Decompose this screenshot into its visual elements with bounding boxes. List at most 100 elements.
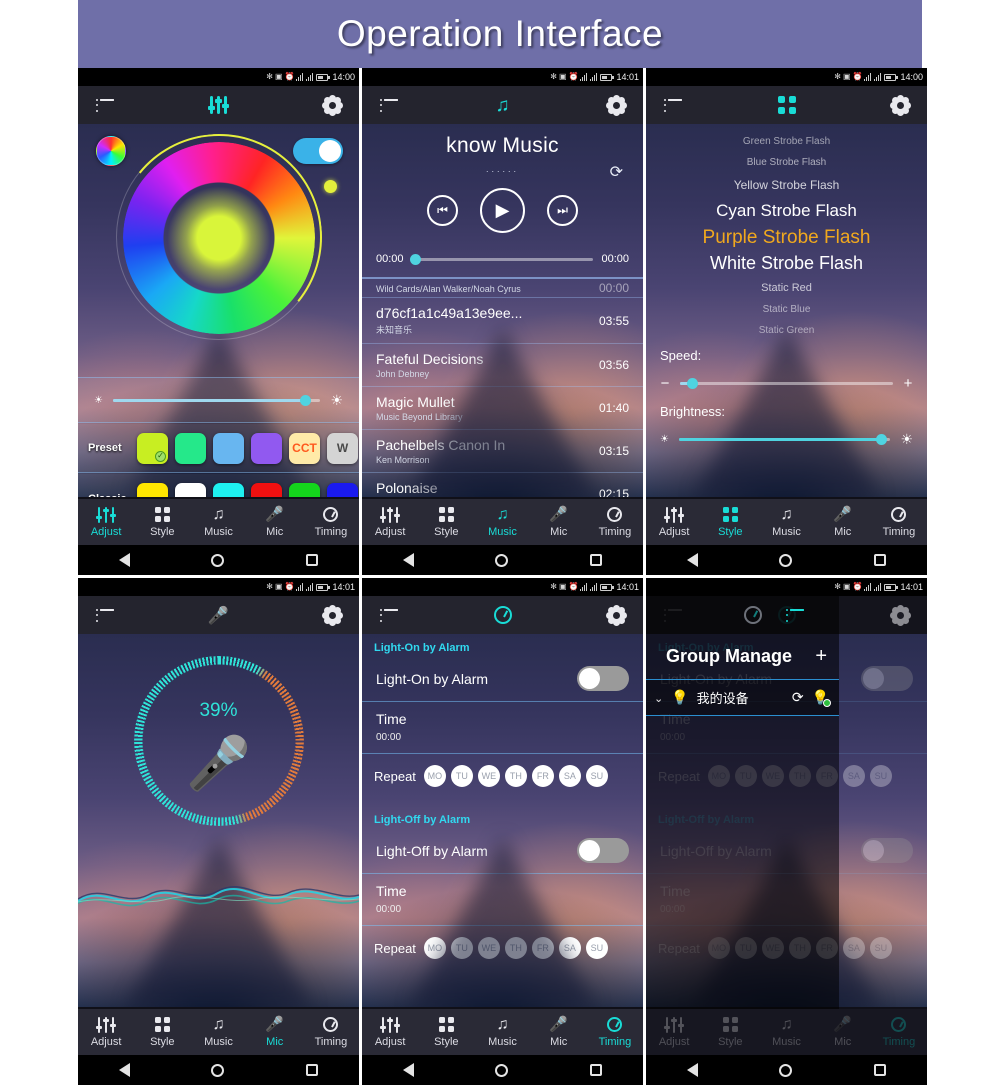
day-chip-sa[interactable]: SA	[558, 765, 581, 787]
preset-swatch-w[interactable]: W	[327, 432, 358, 464]
hamburger-menu-icon[interactable]	[376, 602, 402, 628]
hamburger-menu-icon[interactable]	[376, 92, 402, 118]
android-back-icon[interactable]	[402, 1063, 414, 1077]
light-on-time-row[interactable]: Time 00:00	[362, 701, 643, 753]
nav-item-mic[interactable]: 🎤 Mic	[531, 506, 587, 538]
play-button[interactable]: ▶	[480, 188, 525, 233]
style-mode-item[interactable]: Static Green	[646, 325, 927, 336]
day-chip-su[interactable]: SU	[585, 765, 608, 787]
day-chip-th[interactable]: TH	[504, 765, 527, 787]
style-mode-item[interactable]: White Strobe Flash	[646, 253, 927, 274]
nav-item-adjust[interactable]: Adjust	[78, 1016, 134, 1048]
next-track-button[interactable]: ⏭	[547, 195, 578, 226]
android-back-icon[interactable]	[118, 553, 130, 567]
android-recents-icon[interactable]	[306, 554, 319, 566]
table-row[interactable]: Wild Cards/Alan Walker/Noah Cyrus 00:00	[362, 277, 643, 297]
android-back-icon[interactable]	[118, 1063, 130, 1077]
nav-item-music[interactable]: ♫ Music	[474, 506, 530, 538]
nav-item-timing[interactable]: Timing	[587, 506, 643, 538]
classic-swatch-4[interactable]	[251, 483, 282, 497]
day-chip-mo[interactable]: MO	[423, 765, 446, 787]
day-chip-fr[interactable]: FR	[531, 765, 554, 787]
nav-item-mic[interactable]: 🎤 Mic	[531, 1016, 587, 1048]
nav-item-mic[interactable]: 🎤 Mic	[247, 1016, 303, 1048]
style-mode-item[interactable]: Yellow Strobe Flash	[646, 178, 927, 192]
color-wheel[interactable]	[122, 142, 315, 334]
preset-swatch-2[interactable]	[175, 432, 206, 464]
seek-slider[interactable]	[409, 253, 594, 265]
color-palette-icon[interactable]	[96, 136, 126, 166]
preset-swatch-1[interactable]: ✓	[137, 432, 168, 464]
style-mode-item[interactable]: Blue Strobe Flash	[646, 157, 927, 168]
nav-item-style[interactable]: Style	[418, 506, 474, 538]
style-mode-item[interactable]: Static Blue	[646, 304, 927, 315]
android-recents-icon[interactable]	[590, 1064, 603, 1076]
gear-icon[interactable]	[603, 92, 629, 118]
plus-icon[interactable]: +	[903, 375, 913, 392]
classic-swatch-2[interactable]	[175, 483, 206, 497]
hamburger-menu-icon[interactable]	[92, 602, 118, 628]
previous-track-button[interactable]: ⏮	[427, 195, 458, 226]
nav-item-mic[interactable]: 🎤 Mic	[815, 506, 871, 538]
classic-swatch-5[interactable]	[289, 483, 320, 497]
gear-icon[interactable]	[319, 602, 345, 628]
gear-icon[interactable]	[603, 602, 629, 628]
android-recents-icon[interactable]	[306, 1064, 319, 1076]
style-mode-item[interactable]: Green Strobe Flash	[646, 136, 927, 147]
nav-item-timing[interactable]: Timing	[871, 506, 927, 538]
hamburger-menu-icon[interactable]	[92, 92, 118, 118]
nav-item-adjust[interactable]: Adjust	[646, 506, 702, 538]
speed-slider[interactable]	[680, 378, 893, 389]
ring-knob[interactable]	[324, 180, 337, 193]
gear-icon[interactable]	[887, 92, 913, 118]
day-chip-tu[interactable]: TU	[450, 765, 473, 787]
light-off-toggle[interactable]	[577, 838, 629, 863]
classic-swatch-6[interactable]	[327, 483, 358, 497]
mic-sensitivity-dial[interactable]: 39% 🎤	[78, 656, 359, 826]
classic-swatch-3[interactable]	[213, 483, 244, 497]
bulb-connected-icon[interactable]: 💡	[812, 689, 831, 707]
preset-swatch-cct[interactable]: CCT	[289, 432, 320, 464]
android-home-icon[interactable]	[211, 553, 225, 567]
android-recents-icon[interactable]	[874, 1064, 887, 1076]
group-list-item[interactable]: ⌃ 💡 我的设备 ⟳ 💡	[646, 679, 839, 716]
nav-item-style[interactable]: Style	[418, 1016, 474, 1048]
preset-swatch-4[interactable]	[251, 432, 282, 464]
minus-icon[interactable]: −	[660, 375, 670, 392]
nav-item-music[interactable]: ♫ Music	[190, 506, 246, 538]
light-on-toggle[interactable]	[577, 666, 629, 691]
nav-item-adjust[interactable]: Adjust	[78, 506, 134, 538]
preset-swatch-3[interactable]	[213, 432, 244, 464]
nav-item-timing[interactable]: Timing	[303, 506, 359, 538]
style-mode-item[interactable]: Static Red	[646, 282, 927, 294]
nav-item-style[interactable]: Style	[134, 1016, 190, 1048]
nav-item-music[interactable]: ♫ Music	[190, 1016, 246, 1048]
style-mode-item-selected[interactable]: Purple Strobe Flash	[646, 227, 927, 249]
nav-item-adjust[interactable]: Adjust	[362, 1016, 418, 1048]
android-home-icon[interactable]	[495, 553, 509, 567]
nav-item-music[interactable]: ♫ Music	[474, 1016, 530, 1048]
android-back-icon[interactable]	[402, 553, 414, 567]
android-back-icon[interactable]	[686, 1063, 698, 1077]
android-recents-icon[interactable]	[590, 554, 603, 566]
android-home-icon[interactable]	[211, 1063, 225, 1077]
chevron-up-icon[interactable]: ⌃	[654, 691, 663, 704]
style-mode-item[interactable]: Cyan Strobe Flash	[646, 201, 927, 221]
nav-item-style[interactable]: Style	[702, 506, 758, 538]
android-home-icon[interactable]	[779, 553, 793, 567]
refresh-icon[interactable]: ⟳	[792, 689, 804, 706]
brightness-slider[interactable]	[112, 394, 321, 406]
add-group-button[interactable]: +	[815, 645, 827, 668]
nav-item-adjust[interactable]: Adjust	[362, 506, 418, 538]
nav-item-timing[interactable]: Timing	[303, 1016, 359, 1048]
gear-icon[interactable]	[319, 92, 345, 118]
android-home-icon[interactable]	[779, 1063, 793, 1077]
classic-swatch-1[interactable]	[137, 483, 168, 497]
nav-item-style[interactable]: Style	[134, 506, 190, 538]
power-toggle[interactable]	[293, 138, 343, 164]
android-home-icon[interactable]	[495, 1063, 509, 1077]
gear-icon[interactable]	[887, 602, 913, 628]
list-icon[interactable]	[782, 602, 808, 628]
nav-item-music[interactable]: ♫ Music	[758, 506, 814, 538]
hamburger-menu-icon[interactable]	[660, 92, 686, 118]
